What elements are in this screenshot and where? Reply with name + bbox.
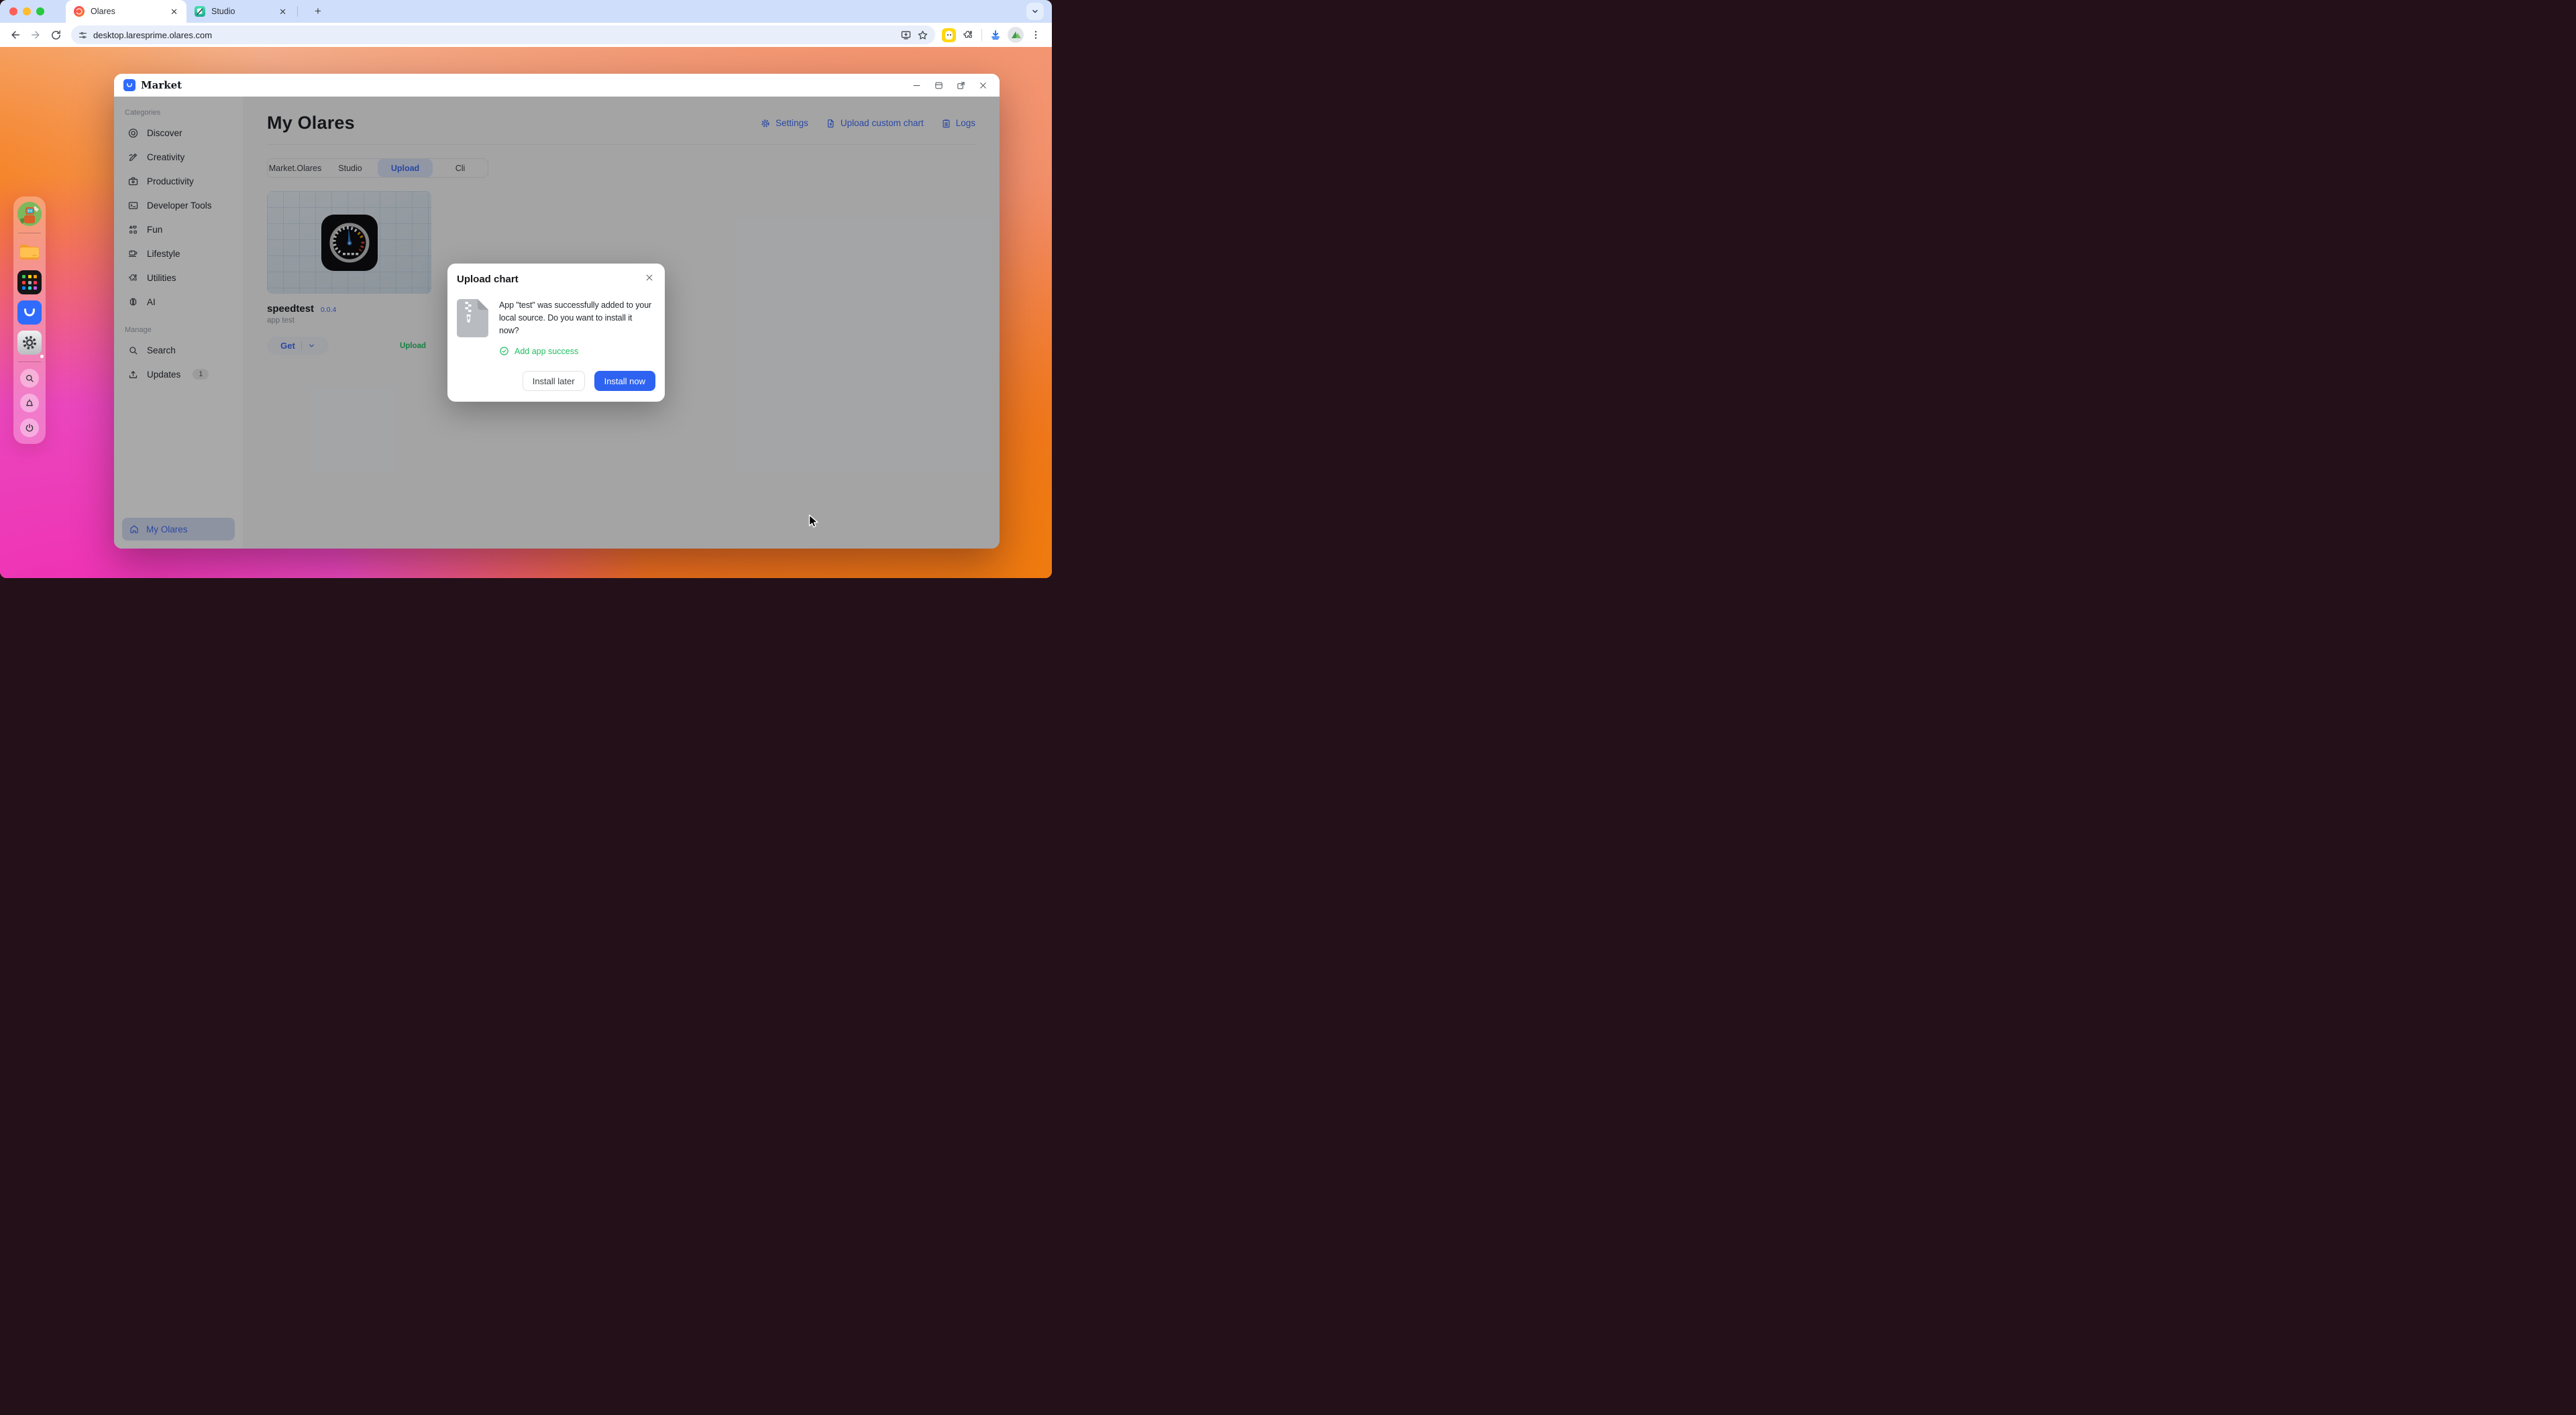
zip-file-icon xyxy=(457,299,488,337)
back-arrow-icon xyxy=(9,29,21,41)
window-maximize-button[interactable] xyxy=(931,78,946,93)
forward-button[interactable] xyxy=(27,26,44,44)
browser-toolbar: desktop.laresprime.olares.com xyxy=(0,23,1052,47)
tab-close-icon[interactable]: ✕ xyxy=(168,7,180,16)
search-icon xyxy=(24,373,35,384)
install-now-button[interactable]: Install now xyxy=(594,371,655,391)
tab-olares[interactable]: Olares ✕ xyxy=(66,0,186,23)
new-tab-button[interactable]: + xyxy=(310,3,326,19)
gear-icon xyxy=(21,335,38,351)
download-icon xyxy=(989,29,1002,41)
market-window: Market Categories Discover xyxy=(114,74,1000,549)
origami-icon xyxy=(1010,30,1022,40)
olares-favicon-icon xyxy=(74,6,85,17)
window-open-external-button[interactable] xyxy=(953,78,968,93)
tab-divider xyxy=(297,6,298,17)
dialog-close-button[interactable] xyxy=(643,271,656,284)
upload-chart-dialog: Upload chart App "test" was successfully… xyxy=(447,264,665,402)
traffic-lights xyxy=(0,7,54,15)
studio-favicon-icon xyxy=(195,6,205,17)
dock xyxy=(13,196,46,444)
reload-icon xyxy=(50,30,62,41)
olares-desktop: Market Categories Discover xyxy=(0,47,1052,578)
tab-studio[interactable]: Studio ✕ xyxy=(186,0,307,23)
dialog-title: Upload chart xyxy=(457,274,655,285)
mouse-cursor xyxy=(808,514,818,529)
power-icon xyxy=(24,422,35,433)
forward-arrow-icon xyxy=(30,29,42,41)
check-circle-icon xyxy=(499,346,509,356)
profile-avatar[interactable] xyxy=(1008,27,1024,43)
bookmark-star-icon[interactable] xyxy=(917,30,928,41)
browser-menu-button[interactable] xyxy=(1026,25,1045,44)
close-icon xyxy=(645,273,654,282)
market-bag-icon xyxy=(17,300,42,325)
dock-power-button[interactable] xyxy=(20,418,39,437)
window-minimize-button[interactable] xyxy=(909,78,924,93)
minimize-window-button[interactable] xyxy=(23,7,31,15)
dock-search-button[interactable] xyxy=(20,369,39,388)
window-close-button[interactable] xyxy=(975,78,990,93)
bell-icon xyxy=(24,398,35,408)
status-row: Add app success xyxy=(499,346,655,356)
dock-divider xyxy=(18,361,41,362)
kebab-menu-icon xyxy=(1030,30,1041,40)
status-text: Add app success xyxy=(515,347,578,356)
dock-files-app[interactable] xyxy=(17,240,42,264)
extension-dog-icon[interactable] xyxy=(942,28,956,42)
downloads-button[interactable] xyxy=(986,25,1005,44)
user-avatar[interactable] xyxy=(17,202,42,226)
window-title: Market xyxy=(141,79,182,91)
chevron-down-icon xyxy=(1031,7,1039,15)
dock-launchpad-app[interactable] xyxy=(17,270,42,294)
screenshot-root: Olares ✕ Studio ✕ + xyxy=(0,0,1052,578)
reload-button[interactable] xyxy=(47,26,64,44)
dialog-message: App "test" was successfully added to you… xyxy=(499,299,652,337)
market-bag-icon xyxy=(123,79,136,91)
tab-title: Studio xyxy=(211,7,271,16)
toolbar-divider xyxy=(981,29,982,41)
close-window-button[interactable] xyxy=(9,7,17,15)
browser-tabstrip: Olares ✕ Studio ✕ + xyxy=(0,0,1052,23)
fullscreen-window-button[interactable] xyxy=(36,7,44,15)
url-bar[interactable]: desktop.laresprime.olares.com xyxy=(71,25,935,44)
url-text[interactable]: desktop.laresprime.olares.com xyxy=(93,30,895,40)
window-titlebar[interactable]: Market xyxy=(114,74,1000,97)
dock-market-app[interactable] xyxy=(17,300,42,325)
tab-search-button[interactable] xyxy=(1026,3,1044,20)
install-later-button[interactable]: Install later xyxy=(523,371,585,391)
dock-settings-app[interactable] xyxy=(17,331,42,355)
extensions-puzzle-icon[interactable] xyxy=(959,25,977,44)
tab-title: Olares xyxy=(91,7,162,16)
back-button[interactable] xyxy=(7,26,24,44)
tab-close-icon[interactable]: ✕ xyxy=(277,7,288,16)
site-settings-icon[interactable] xyxy=(78,30,88,40)
install-app-icon[interactable] xyxy=(900,30,912,41)
active-app-indicator xyxy=(40,355,44,358)
dock-notifications-button[interactable] xyxy=(20,394,39,412)
